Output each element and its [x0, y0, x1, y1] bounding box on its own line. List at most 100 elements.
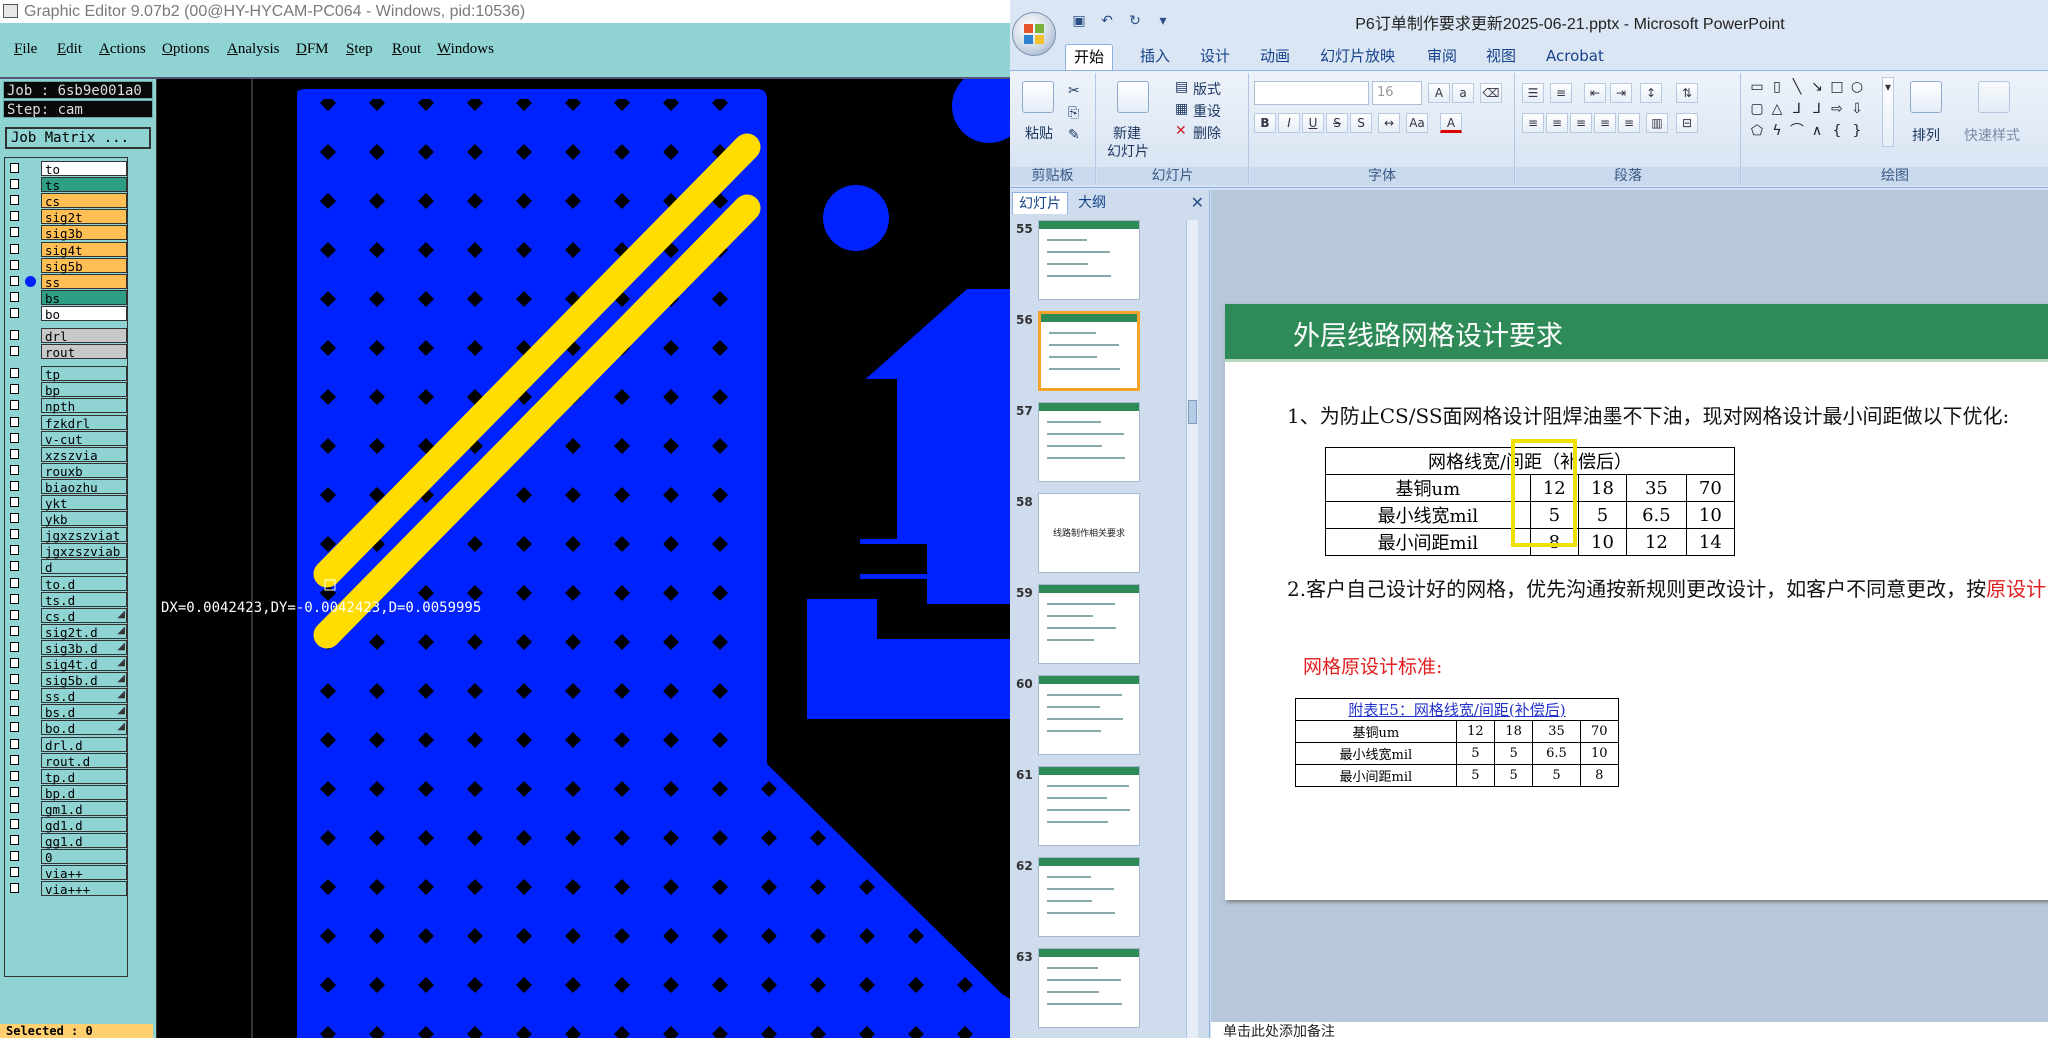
layer-name[interactable]: sig3b.d: [41, 639, 127, 656]
layer-name[interactable]: bo.d: [41, 720, 127, 736]
customize-toolbar-icon[interactable]: ▾: [1154, 12, 1172, 30]
layer-row[interactable]: fzkdrl: [5, 414, 129, 431]
undo-icon[interactable]: ↶: [1098, 12, 1116, 30]
layer-name[interactable]: to: [41, 161, 127, 177]
layer-checkbox[interactable]: [10, 163, 19, 173]
layer-name[interactable]: drl: [41, 328, 127, 344]
layer-row[interactable]: bo: [5, 305, 129, 322]
layer-row[interactable]: d: [5, 559, 129, 575]
layer-name[interactable]: via++: [41, 865, 127, 881]
layer-name[interactable]: sig3b: [41, 225, 127, 241]
layer-row[interactable]: biaozhu: [5, 478, 129, 495]
layer-checkbox[interactable]: [10, 561, 19, 572]
layer-row[interactable]: drl.d: [5, 736, 129, 753]
layer-checkbox[interactable]: [10, 291, 19, 302]
menu-rout[interactable]: Rout: [392, 41, 421, 58]
original-rules-table[interactable]: 附表E5：网格线宽/间距(补偿后) 基铜um 12 18 35 70 最小线宽mil 5 5 6…: [1295, 698, 1620, 787]
slide-thumbnail[interactable]: [1038, 584, 1140, 664]
menu-dfm[interactable]: DFM: [296, 41, 329, 58]
layer-checkbox[interactable]: [10, 227, 19, 238]
vtextbox-shape-icon[interactable]: ▯: [1768, 79, 1786, 95]
grow-font-icon[interactable]: A: [1428, 83, 1450, 103]
layer-checkbox[interactable]: [10, 851, 19, 862]
quick-styles-button[interactable]: 快速样式: [1964, 125, 2020, 145]
down-arrow-shape-icon[interactable]: ⇩: [1848, 101, 1866, 117]
thumbnail-scrollbar[interactable]: [1186, 220, 1198, 1038]
line-spacing-icon[interactable]: ↕: [1640, 83, 1662, 103]
layer-row[interactable]: jgxzszviat: [5, 527, 129, 543]
layer-checkbox[interactable]: [10, 641, 19, 652]
layer-row[interactable]: ss.d ◢: [5, 688, 129, 704]
layer-row[interactable]: gm1.d: [5, 800, 129, 817]
columns-icon[interactable]: ▥: [1646, 113, 1668, 133]
layer-checkbox[interactable]: [10, 384, 19, 395]
layer-checkbox[interactable]: [10, 259, 19, 270]
layer-name[interactable]: bp.d: [41, 784, 127, 801]
layer-name[interactable]: sig4t.d: [41, 656, 127, 672]
font-size-combo[interactable]: 16: [1372, 81, 1422, 105]
menu-analysis[interactable]: Analysis: [227, 41, 280, 58]
new-slide-button-line1[interactable]: 新建: [1113, 123, 1141, 143]
elbow-shape-icon[interactable]: ⅃: [1788, 101, 1806, 117]
layer-checkbox[interactable]: [10, 706, 19, 717]
layer-row[interactable]: cs: [5, 193, 129, 209]
office-button[interactable]: [1012, 12, 1056, 56]
layer-name[interactable]: sig5b: [41, 257, 127, 274]
align-left-icon[interactable]: ≡: [1522, 113, 1544, 133]
arc-shape-icon[interactable]: ⌒: [1788, 123, 1806, 139]
menu-file[interactable]: File: [14, 41, 37, 58]
layer-row[interactable]: gd1.d: [5, 817, 129, 833]
delete-button[interactable]: 删除: [1193, 123, 1221, 143]
layer-row[interactable]: sig4t: [5, 241, 129, 258]
align-text-icon[interactable]: ⊟: [1676, 113, 1698, 133]
font-color-icon[interactable]: A: [1440, 113, 1462, 133]
layer-checkbox[interactable]: [10, 674, 19, 685]
layer-checkbox[interactable]: [10, 448, 19, 459]
layer-checkbox[interactable]: [10, 480, 19, 491]
tab-review[interactable]: 审阅: [1427, 44, 1457, 70]
new-slide-button-line2[interactable]: 幻灯片: [1107, 141, 1149, 161]
slide-thumbnail[interactable]: 线路制作相关要求: [1038, 493, 1140, 573]
layer-row[interactable]: sig5b.d ◢: [5, 672, 129, 688]
slide-thumbnail[interactable]: [1038, 948, 1140, 1028]
layer-name[interactable]: sig2t: [41, 209, 127, 225]
rect-shape-icon[interactable]: □: [1828, 79, 1846, 95]
layer-checkbox[interactable]: [10, 368, 19, 379]
layer-checkbox[interactable]: [10, 400, 19, 411]
layer-row[interactable]: bp: [5, 382, 129, 398]
layer-checkbox[interactable]: [10, 346, 19, 357]
slide-title[interactable]: 外层线路网格设计要求: [1293, 314, 1563, 353]
layer-name[interactable]: 0: [41, 849, 127, 865]
copy-icon[interactable]: ⎘: [1068, 105, 1079, 121]
layer-row[interactable]: cs.d ◢: [5, 607, 129, 624]
decrease-indent-icon[interactable]: ⇤: [1584, 83, 1606, 103]
layer-checkbox[interactable]: [10, 211, 19, 222]
layer-row[interactable]: to: [5, 161, 129, 177]
layer-checkbox[interactable]: [10, 867, 19, 878]
layer-checkbox[interactable]: [10, 883, 19, 894]
redo-icon[interactable]: ↻: [1126, 12, 1144, 30]
layer-row[interactable]: jgxzszviab: [5, 543, 129, 559]
layer-name[interactable]: ykb: [41, 511, 127, 527]
clear-format-icon[interactable]: ⌫: [1480, 83, 1502, 103]
layer-checkbox[interactable]: [10, 690, 19, 701]
brace-left-shape-icon[interactable]: {: [1828, 123, 1846, 139]
menu-edit[interactable]: Edit: [57, 41, 82, 58]
underline-icon[interactable]: U: [1302, 113, 1324, 133]
tab-view[interactable]: 视图: [1486, 44, 1516, 70]
layer-name[interactable]: sig2t.d: [41, 623, 127, 640]
change-case-icon[interactable]: Aa: [1406, 113, 1428, 133]
layer-checkbox[interactable]: [10, 416, 19, 427]
shapes-gallery[interactable]: ▭ ▯ ╲ ↘ □ ○ ▢ △ ⅃ ⅃ ⇨ ⇩ ⬠ ϟ ⌒ ∧ { }: [1748, 79, 1878, 159]
original-standard-label[interactable]: 网格原设计标准:: [1303, 652, 1442, 679]
tab-outline[interactable]: 大纲: [1072, 192, 1112, 214]
layer-checkbox[interactable]: [10, 307, 19, 318]
table2-caption[interactable]: 附表E5：网格线宽/间距(补偿后): [1295, 698, 1619, 721]
reset-button[interactable]: 重设: [1193, 101, 1221, 121]
layer-name[interactable]: npth: [41, 398, 127, 414]
slide-thumbnail[interactable]: [1038, 311, 1140, 391]
tab-design[interactable]: 设计: [1200, 44, 1230, 70]
menu-options[interactable]: Options: [162, 41, 210, 58]
slide-thumbnail[interactable]: [1038, 220, 1140, 300]
layer-row[interactable]: sig2t.d ◢: [5, 623, 129, 640]
